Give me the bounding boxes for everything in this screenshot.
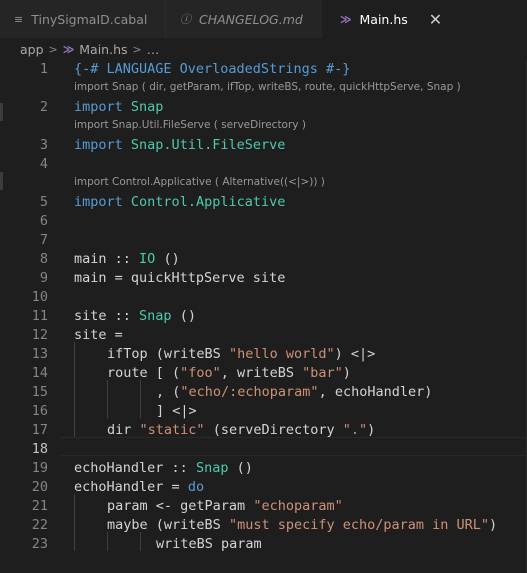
code-line: 5 import Control.Applicative	[0, 193, 527, 212]
line-number: 16	[31, 403, 48, 419]
info-icon: ⓘ	[180, 13, 191, 26]
close-icon[interactable]: ✕	[429, 10, 442, 29]
breadcrumb: app > ≫ Main.hs > …	[0, 38, 527, 60]
code-line: 12 site =	[0, 326, 527, 345]
line-number: 20	[31, 479, 48, 495]
code-line: 15 , ("echo/:echoparam", echoHandler)	[0, 383, 527, 402]
chevron-right-icon: >	[48, 42, 58, 56]
code-lens[interactable]: import Snap.Util.FileServe ( serveDirect…	[74, 117, 306, 133]
code-text: ] <|>	[156, 403, 197, 419]
code-line: 19 echoHandler :: Snap ()	[0, 459, 527, 478]
editor-tab-bar: ≡ TinySigmaID.cabal ⓘ CHANGELOG.md ≫ Mai…	[0, 0, 527, 38]
code-text: route [ ("foo", writeBS "bar")	[107, 365, 351, 381]
tab-label: Main.hs	[359, 11, 408, 27]
file-lines-icon: ≡	[14, 12, 24, 26]
code-text: , ("echo/:echoparam", echoHandler)	[156, 384, 433, 400]
line-number: 19	[31, 460, 48, 476]
code-text: import Snap.Util.FileServe	[74, 137, 286, 153]
code-text: echoHandler :: Snap ()	[74, 460, 253, 476]
line-number: 10	[31, 289, 48, 305]
code-text: site =	[74, 327, 123, 343]
breadcrumb-file[interactable]: Main.hs	[79, 42, 127, 57]
code-text: echoHandler = do	[74, 479, 205, 495]
code-line: 6	[0, 212, 527, 231]
line-number: 5	[39, 194, 48, 210]
code-line: 9 main = quickHttpServe site	[0, 269, 527, 288]
line-number: 13	[31, 346, 48, 362]
code-line: 13 ifTop (writeBS "hello world") <|>	[0, 345, 527, 364]
code-line: 4	[0, 155, 527, 174]
tab-changelog-md[interactable]: ⓘ CHANGELOG.md	[166, 0, 332, 38]
code-text: dir "static" (serveDirectory ".")	[107, 422, 376, 438]
haskell-icon: ≫	[340, 12, 352, 26]
tab-tinysigmaid-cabal[interactable]: ≡ TinySigmaID.cabal	[0, 0, 166, 38]
code-line: 1 {-# LANGUAGE OverloadedStrings #-}	[0, 60, 527, 79]
tab-label: TinySigmaID.cabal	[31, 11, 148, 27]
line-number: 7	[39, 232, 48, 248]
code-line: 21 param <- getParam "echoparam"	[0, 497, 527, 516]
line-number: 6	[39, 213, 48, 229]
code-text: main = quickHttpServe site	[74, 270, 286, 286]
code-text: ifTop (writeBS "hello world") <|>	[107, 346, 376, 362]
code-line: 17 dir "static" (serveDirectory ".")	[0, 421, 527, 440]
line-number: 9	[39, 270, 48, 286]
code-text: import Snap	[74, 99, 164, 115]
gutter-marker	[0, 172, 3, 190]
code-lens[interactable]: import Control.Applicative ( Alternative…	[74, 174, 325, 190]
code-line: 16 ] <|>	[0, 402, 527, 421]
code-text: maybe (writeBS "must specify echo/param …	[107, 517, 498, 533]
code-text: writeBS param	[156, 536, 262, 552]
code-line: 14 route [ ("foo", writeBS "bar")	[0, 364, 527, 383]
code-line: 22 maybe (writeBS "must specify echo/par…	[0, 516, 527, 535]
line-number: 14	[31, 365, 48, 381]
line-number: 8	[39, 251, 48, 267]
haskell-icon: ≫	[62, 42, 75, 56]
line-number: 2	[39, 99, 48, 115]
line-number: 4	[39, 156, 48, 172]
code-line: 11 site :: Snap ()	[0, 307, 527, 326]
code-text: import Control.Applicative	[74, 194, 286, 210]
line-number: 11	[31, 308, 48, 324]
code-line: 10	[0, 288, 527, 307]
code-lens[interactable]: import Snap ( dir, getParam, ifTop, writ…	[74, 79, 461, 95]
code-line-current: 18	[0, 440, 527, 459]
line-number: 22	[31, 517, 48, 533]
code-text: main :: IO ()	[74, 251, 180, 267]
chevron-right-icon: >	[132, 42, 142, 56]
line-number: 12	[31, 327, 48, 343]
code-text: param <- getParam "echoparam"	[107, 498, 343, 514]
tab-label: CHANGELOG.md	[199, 11, 303, 27]
code-text: site :: Snap ()	[74, 308, 196, 324]
line-number: 18	[31, 441, 48, 457]
code-line: 2 import Snap	[0, 98, 527, 117]
code-line: 23 writeBS param	[0, 535, 527, 554]
breadcrumb-more[interactable]: …	[147, 42, 160, 57]
code-line: 20 echoHandler = do	[0, 478, 527, 497]
line-number: 1	[39, 61, 48, 77]
code-line: 3 import Snap.Util.FileServe	[0, 136, 527, 155]
line-number: 3	[39, 137, 48, 153]
code-line: 7	[0, 231, 527, 250]
breadcrumb-folder[interactable]: app	[20, 42, 44, 57]
line-number: 17	[31, 422, 48, 438]
code-line: 8 main :: IO ()	[0, 250, 527, 269]
tab-main-hs[interactable]: ≫ Main.hs ✕	[322, 0, 527, 38]
code-text: {-# LANGUAGE OverloadedStrings #-}	[74, 61, 351, 77]
line-number: 21	[31, 498, 48, 514]
line-number: 15	[31, 384, 48, 400]
code-editor[interactable]: import Snap ( dir, getParam, ifTop, writ…	[0, 60, 527, 573]
line-number: 23	[31, 536, 48, 552]
